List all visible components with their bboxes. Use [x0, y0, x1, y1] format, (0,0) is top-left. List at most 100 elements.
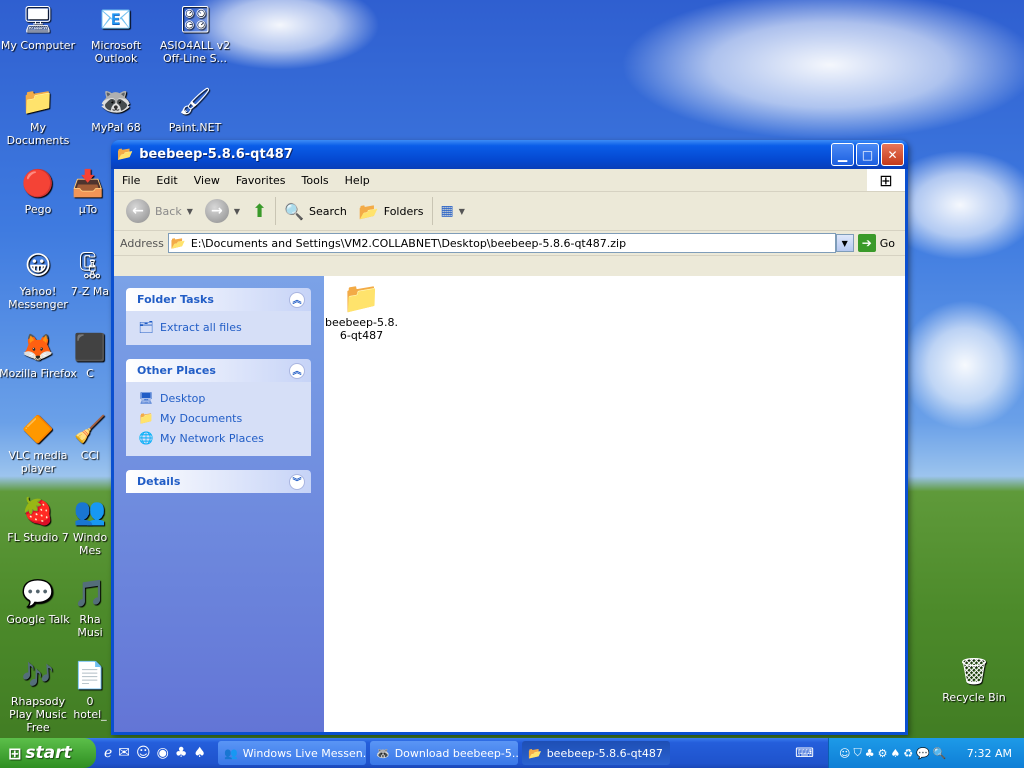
desktop-icon-asio4all[interactable]: 🎛 ASIO4ALL v2 Off-Line S... [155, 4, 235, 66]
desktop-icon-paint-net[interactable]: 🖌 Paint.NET [155, 86, 235, 135]
desktop-icon-utorrent[interactable]: 📥 µTo [66, 168, 110, 217]
outlook-icon[interactable]: ✉ [118, 745, 130, 761]
chat-icon[interactable]: 💬 [916, 747, 930, 760]
messenger-icon: 👥 [223, 746, 238, 760]
desktop-icon-c[interactable]: ⬛ C [70, 332, 110, 381]
zip-icon: 🗜 [73, 250, 107, 281]
toolbar-separator [431, 197, 433, 225]
asio-icon: 🎛 [178, 4, 212, 35]
taskbar-button-messenger[interactable]: 👥 Windows Live Messen... [217, 741, 366, 765]
chevron-down-icon: ▼ [233, 206, 241, 216]
other-places-my-documents[interactable]: 📁 My Documents [138, 408, 301, 428]
messenger-icon[interactable]: ♣ [175, 745, 188, 761]
folders-button[interactable]: 📂 Folders [353, 196, 430, 226]
firefox-icon[interactable]: ◉ [157, 745, 169, 761]
minimize-button[interactable]: ▁ [831, 143, 854, 166]
menu-view[interactable]: View [186, 174, 228, 187]
shield-icon[interactable]: ⛉ [853, 746, 861, 760]
other-places-desktop[interactable]: 🖥 Desktop [138, 388, 301, 408]
start-button[interactable]: ⊞ start [0, 738, 96, 768]
forward-button[interactable]: → ▼ [199, 196, 246, 226]
browser-icon: 🦝 [375, 746, 390, 760]
menu-favorites[interactable]: Favorites [228, 174, 294, 187]
desktop-icon-firefox[interactable]: 🦊 Mozilla Firefox [0, 332, 78, 381]
menu-help[interactable]: Help [337, 174, 378, 187]
details-header[interactable]: Details ︾ [126, 470, 311, 493]
desktop-icon: 🖥 [138, 391, 154, 405]
rhapsody-play-icon: 🎶 [21, 660, 55, 691]
search-icon: 🔍 [284, 201, 305, 221]
menu-tools[interactable]: Tools [294, 174, 337, 187]
details-panel: Details ︾ [126, 470, 311, 493]
desktop-icon-fl-studio[interactable]: 🍓 FL Studio 7 [0, 496, 78, 545]
address-input[interactable]: 📂 E:\Documents and Settings\VM2.COLLABNE… [167, 233, 836, 253]
tray-icon[interactable]: ♠ [890, 747, 900, 760]
windows-flag-icon: ⊞ [8, 743, 22, 763]
expand-icon[interactable]: ︾ [289, 473, 305, 490]
zip-folder-icon: 📂 [170, 236, 186, 250]
other-places-header[interactable]: Other Places ︽ [126, 359, 311, 382]
desktop-icon-hotel[interactable]: 📄 0 hotel_ [70, 660, 110, 722]
desktop-icon-7zip[interactable]: 🗜 7-Z Ma [70, 250, 110, 299]
title-bar[interactable]: 📂 beebeep-5.8.6-qt487 ▁ □ ✕ [111, 140, 908, 169]
other-places-network[interactable]: 🌐 My Network Places [138, 428, 301, 448]
desktop-icon-windows-messenger[interactable]: 👥 Windo Mes [70, 496, 110, 558]
ie-icon[interactable]: ℯ [104, 745, 112, 761]
go-button[interactable]: ➔ Go [857, 234, 905, 252]
keyboard-icon[interactable]: ⌨ [795, 746, 814, 761]
chevron-down-icon: ▼ [458, 206, 465, 216]
views-button[interactable]: ▦ ▼ [435, 196, 471, 226]
collapse-icon[interactable]: ︽ [289, 362, 305, 379]
desktop-icon-mypal[interactable]: 🦝 MyPal 68 [76, 86, 156, 135]
window-title: beebeep-5.8.6-qt487 [139, 147, 293, 162]
cloud [900, 300, 1024, 430]
clock[interactable]: 7:32 AM [967, 747, 1012, 760]
ccleaner-icon: 🧹 [73, 414, 107, 445]
tray-icon[interactable]: ♻ [903, 747, 913, 760]
cloud [620, 0, 1024, 140]
address-label: Address [120, 236, 164, 250]
menu-file[interactable]: File [114, 174, 148, 187]
tray-icon[interactable]: ☺ [839, 747, 850, 760]
address-bar: Address 📂 E:\Documents and Settings\VM2.… [114, 231, 905, 256]
desktop-icon-rhapsody-music[interactable]: 🎵 Rha Musi [70, 578, 110, 640]
maximize-button[interactable]: □ [856, 143, 879, 166]
taskbar-button-download[interactable]: 🦝 Download beebeep-5... [369, 741, 518, 765]
chevron-down-icon: ▼ [186, 206, 193, 216]
file-list: 📁 beebeep-5.8. 6-qt487 [324, 276, 905, 732]
folder-item[interactable]: 📁 beebeep-5.8. 6-qt487 [324, 281, 399, 343]
folder-tasks-header[interactable]: Folder Tasks ︽ [126, 288, 311, 311]
desktop-icon-yahoo-messenger[interactable]: 😀 Yahoo! Messenger [0, 250, 78, 312]
back-button[interactable]: ← Back ▼ [120, 196, 199, 226]
collapse-icon[interactable]: ︽ [289, 291, 305, 308]
menu-edit[interactable]: Edit [148, 174, 185, 187]
desktop-icon-rhapsody-play[interactable]: 🎶 Rhapsody Play Music Free [0, 660, 78, 735]
tray-icon[interactable]: ♣ [865, 747, 875, 760]
desktop-icon-google-talk[interactable]: 💬 Google Talk [0, 578, 78, 627]
pego-icon: 🔴 [21, 168, 55, 199]
close-button[interactable]: ✕ [881, 143, 904, 166]
documents-icon: 📁 [21, 86, 55, 117]
folder-icon: 📁 [342, 281, 381, 316]
desktop-icon-my-computer[interactable]: 🖥 My Computer [0, 4, 78, 53]
mypal-icon[interactable]: ♠ [193, 745, 206, 761]
address-dropdown-button[interactable]: ▼ [835, 234, 854, 252]
windows-logo-icon: ⊞ [867, 169, 905, 191]
search-button[interactable]: 🔍 Search [278, 196, 353, 226]
menu-bar: File Edit View Favorites Tools Help ⊞ [114, 169, 905, 192]
extract-all-files-link[interactable]: 🗂 Extract all files [138, 317, 301, 337]
desktop-icon-ccleaner[interactable]: 🧹 CCl [70, 414, 110, 463]
views-icon: ▦ [440, 203, 454, 219]
desktop-icon-vlc[interactable]: 🔶 VLC media player [0, 414, 78, 476]
utorrent-icon: 📥 [71, 168, 105, 199]
quick-launch: ℯ ✉ ☺ ◉ ♣ ♠ [96, 745, 214, 761]
task-pane: Folder Tasks ︽ 🗂 Extract all files Other… [114, 276, 324, 732]
desktop-icon-my-documents[interactable]: 📁 My Documents [0, 86, 78, 148]
search-icon[interactable]: 🔍 [933, 747, 947, 760]
up-button[interactable]: ⬆ [246, 196, 273, 226]
tray-icon[interactable]: ⚙ [878, 747, 888, 760]
yahoo-icon[interactable]: ☺ [136, 745, 151, 761]
desktop-icon-outlook[interactable]: 📧 Microsoft Outlook [76, 4, 156, 66]
desktop-icon-recycle-bin[interactable]: 🗑 Recycle Bin [934, 656, 1014, 705]
taskbar-button-explorer[interactable]: 📂 beebeep-5.8.6-qt487 [521, 741, 670, 765]
